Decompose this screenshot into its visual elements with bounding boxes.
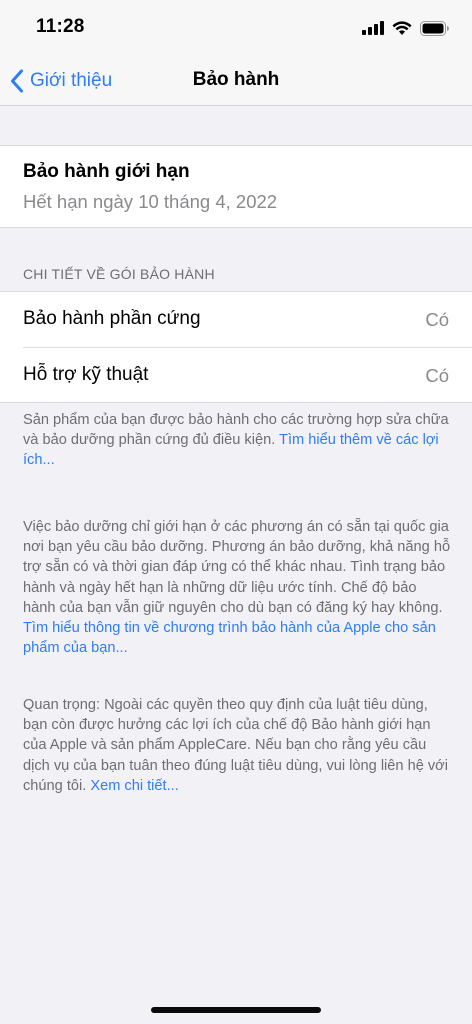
consumer-law-footnote-text: Quan trọng: Ngoài các quyền theo quy địn… [23, 697, 448, 794]
limited-warranty-card: Bảo hành giới hạn Hết hạn ngày 10 tháng … [0, 145, 472, 228]
home-indicator[interactable] [151, 1007, 321, 1013]
details-section-header: CHI TIẾT VỀ GÓI BẢO HÀNH [23, 266, 215, 282]
page-title: Bảo hành [192, 69, 280, 90]
hardware-warranty-value: Có [425, 309, 449, 330]
apple-warranty-info-link[interactable]: Tìm hiểu thông tin về chương trình bảo h… [23, 620, 436, 656]
consumer-law-footnote: Quan trọng: Ngoài các quyền theo quy địn… [23, 695, 451, 796]
cellular-signal-icon [362, 21, 384, 35]
technical-support-value: Có [425, 365, 449, 386]
wifi-icon [392, 20, 412, 35]
navigation-bar: Giới thiệu Bảo hành [0, 56, 472, 106]
see-details-link[interactable]: Xem chi tiết... [90, 778, 178, 794]
limited-warranty-title: Bảo hành giới hạn [23, 161, 190, 182]
service-footnote: Việc bảo dưỡng chỉ giới hạn ở các phương… [23, 517, 451, 658]
service-footnote-text: Việc bảo dưỡng chỉ giới hạn ở các phương… [23, 519, 451, 616]
hardware-warranty-label: Bảo hành phần cứng [23, 308, 201, 329]
technical-support-row: Hỗ trợ kỹ thuật Có [0, 348, 472, 403]
status-time: 11:28 [36, 16, 85, 37]
coverage-footnote: Sản phẩm của bạn được bảo hành cho các t… [23, 410, 451, 471]
technical-support-label: Hỗ trợ kỹ thuật [23, 364, 149, 385]
limited-warranty-expiry: Hết hạn ngày 10 tháng 4, 2022 [23, 191, 278, 212]
status-icons [362, 18, 450, 38]
battery-icon [420, 20, 449, 36]
details-card: Bảo hành phần cứng Có Hỗ trợ kỹ thuật Có [0, 291, 472, 403]
status-bar: 11:28 [0, 0, 472, 56]
hardware-warranty-row: Bảo hành phần cứng Có [0, 292, 472, 348]
